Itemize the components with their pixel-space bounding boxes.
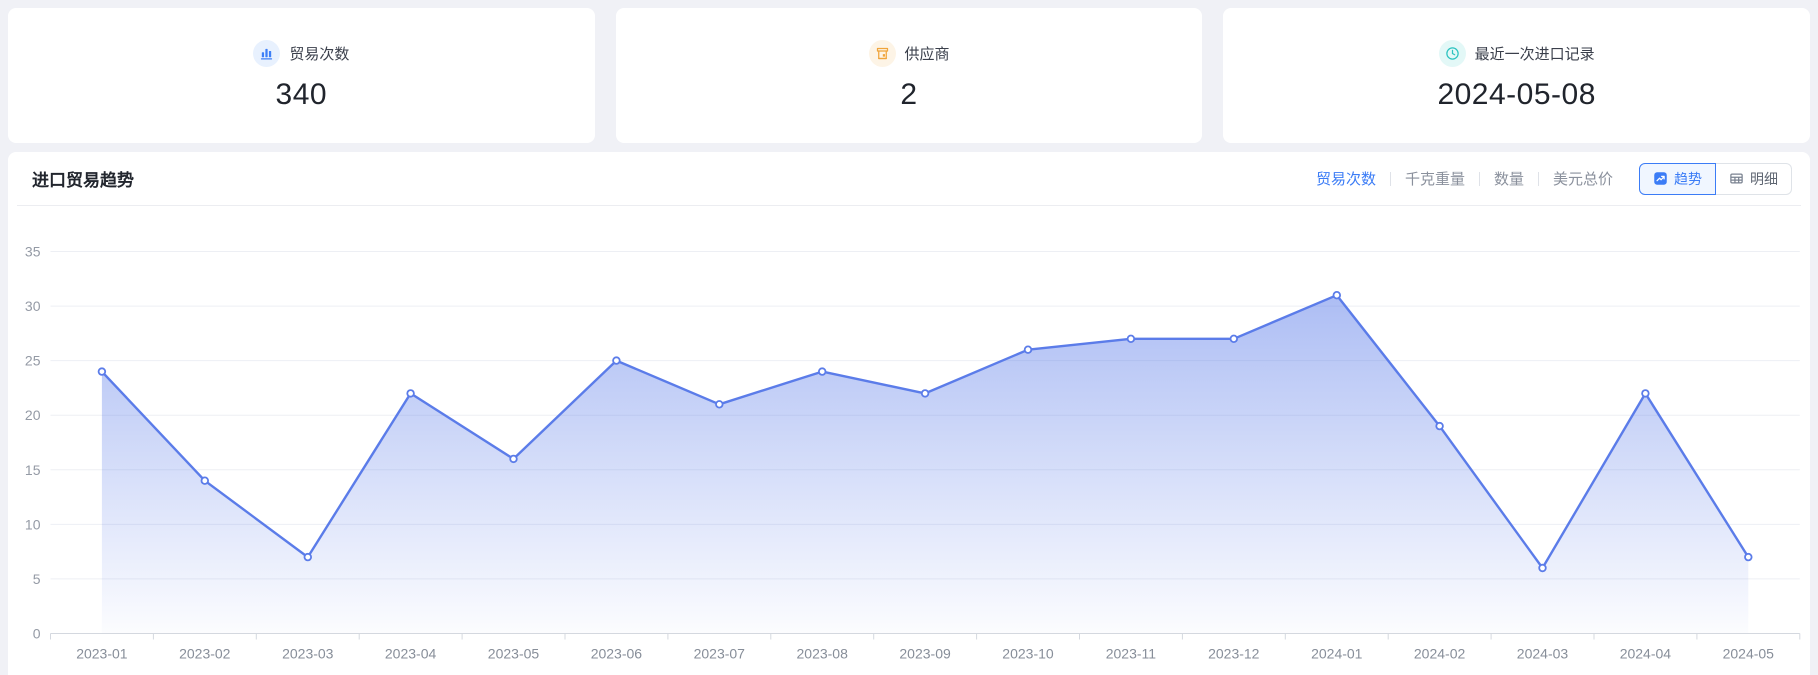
- view-toggle: 趋势 明细: [1639, 163, 1792, 195]
- bar-chart-icon: [253, 40, 280, 67]
- svg-text:25: 25: [25, 353, 41, 369]
- chart-title: 进口贸易趋势: [32, 166, 134, 191]
- clock-icon: [1439, 40, 1466, 67]
- chart-header: 进口贸易趋势 贸易次数 千克重量 数量 美元总价: [8, 152, 1810, 205]
- svg-text:2023-11: 2023-11: [1106, 646, 1157, 662]
- stat-card-trade-count: 贸易次数 340: [8, 8, 595, 143]
- svg-text:2023-10: 2023-10: [1002, 646, 1054, 662]
- tab-separator: [1390, 172, 1391, 186]
- svg-text:2023-06: 2023-06: [591, 646, 643, 662]
- svg-text:2023-05: 2023-05: [488, 646, 540, 662]
- stat-value: 2: [900, 78, 917, 112]
- svg-text:2024-05: 2024-05: [1723, 646, 1775, 662]
- svg-text:2023-04: 2023-04: [385, 646, 437, 662]
- trend-button-label: 趋势: [1674, 169, 1702, 189]
- svg-text:20: 20: [25, 407, 41, 423]
- svg-text:30: 30: [25, 298, 41, 314]
- stat-value: 340: [276, 78, 328, 112]
- svg-text:35: 35: [25, 244, 41, 260]
- svg-text:2023-02: 2023-02: [179, 646, 231, 662]
- svg-text:2024-01: 2024-01: [1311, 646, 1363, 662]
- stat-value: 2024-05-08: [1437, 78, 1595, 112]
- tab-quantity[interactable]: 数量: [1494, 168, 1524, 189]
- stats-row: 贸易次数 340 供应商 2 最: [8, 8, 1810, 143]
- svg-text:2023-01: 2023-01: [76, 646, 128, 662]
- svg-text:2023-08: 2023-08: [797, 646, 849, 662]
- svg-text:2023-09: 2023-09: [899, 646, 951, 662]
- detail-view-button[interactable]: 明细: [1716, 163, 1792, 195]
- table-icon: [1729, 171, 1744, 186]
- stat-label: 最近一次进口记录: [1475, 43, 1595, 64]
- svg-text:2023-07: 2023-07: [694, 646, 746, 662]
- svg-text:2023-12: 2023-12: [1208, 646, 1260, 662]
- detail-button-label: 明细: [1750, 169, 1778, 189]
- storefront-icon: [869, 40, 896, 67]
- metric-tabs: 贸易次数 千克重量 数量 美元总价: [1316, 168, 1613, 189]
- svg-text:5: 5: [33, 571, 41, 587]
- svg-text:0: 0: [33, 626, 41, 642]
- tab-separator: [1538, 172, 1539, 186]
- stat-card-latest-import: 最近一次进口记录 2024-05-08: [1223, 8, 1810, 143]
- trend-icon: [1653, 171, 1668, 186]
- svg-text:10: 10: [25, 516, 41, 532]
- chart-body: 0 5 10 15 20 25 30 35 2023-01 2023-02 2023-03 2023-…: [8, 206, 1810, 675]
- svg-text:15: 15: [25, 462, 41, 478]
- svg-text:2024-04: 2024-04: [1620, 646, 1672, 662]
- tab-trade-count[interactable]: 贸易次数: [1316, 168, 1376, 189]
- stat-label: 供应商: [905, 43, 950, 64]
- trend-chart[interactable]: 0 5 10 15 20 25 30 35 2023-01 2023-02 2023-03 2023-…: [8, 206, 1810, 675]
- stat-card-suppliers: 供应商 2: [616, 8, 1203, 143]
- svg-text:2024-02: 2024-02: [1414, 646, 1466, 662]
- svg-text:2024-03: 2024-03: [1517, 646, 1569, 662]
- tab-separator: [1479, 172, 1480, 186]
- import-trend-panel: 进口贸易趋势 贸易次数 千克重量 数量 美元总价: [8, 152, 1810, 675]
- trend-view-button[interactable]: 趋势: [1639, 163, 1716, 195]
- tab-usd-total[interactable]: 美元总价: [1553, 168, 1613, 189]
- svg-text:2023-03: 2023-03: [282, 646, 334, 662]
- tab-kg-weight[interactable]: 千克重量: [1405, 168, 1465, 189]
- stat-label: 贸易次数: [289, 43, 349, 64]
